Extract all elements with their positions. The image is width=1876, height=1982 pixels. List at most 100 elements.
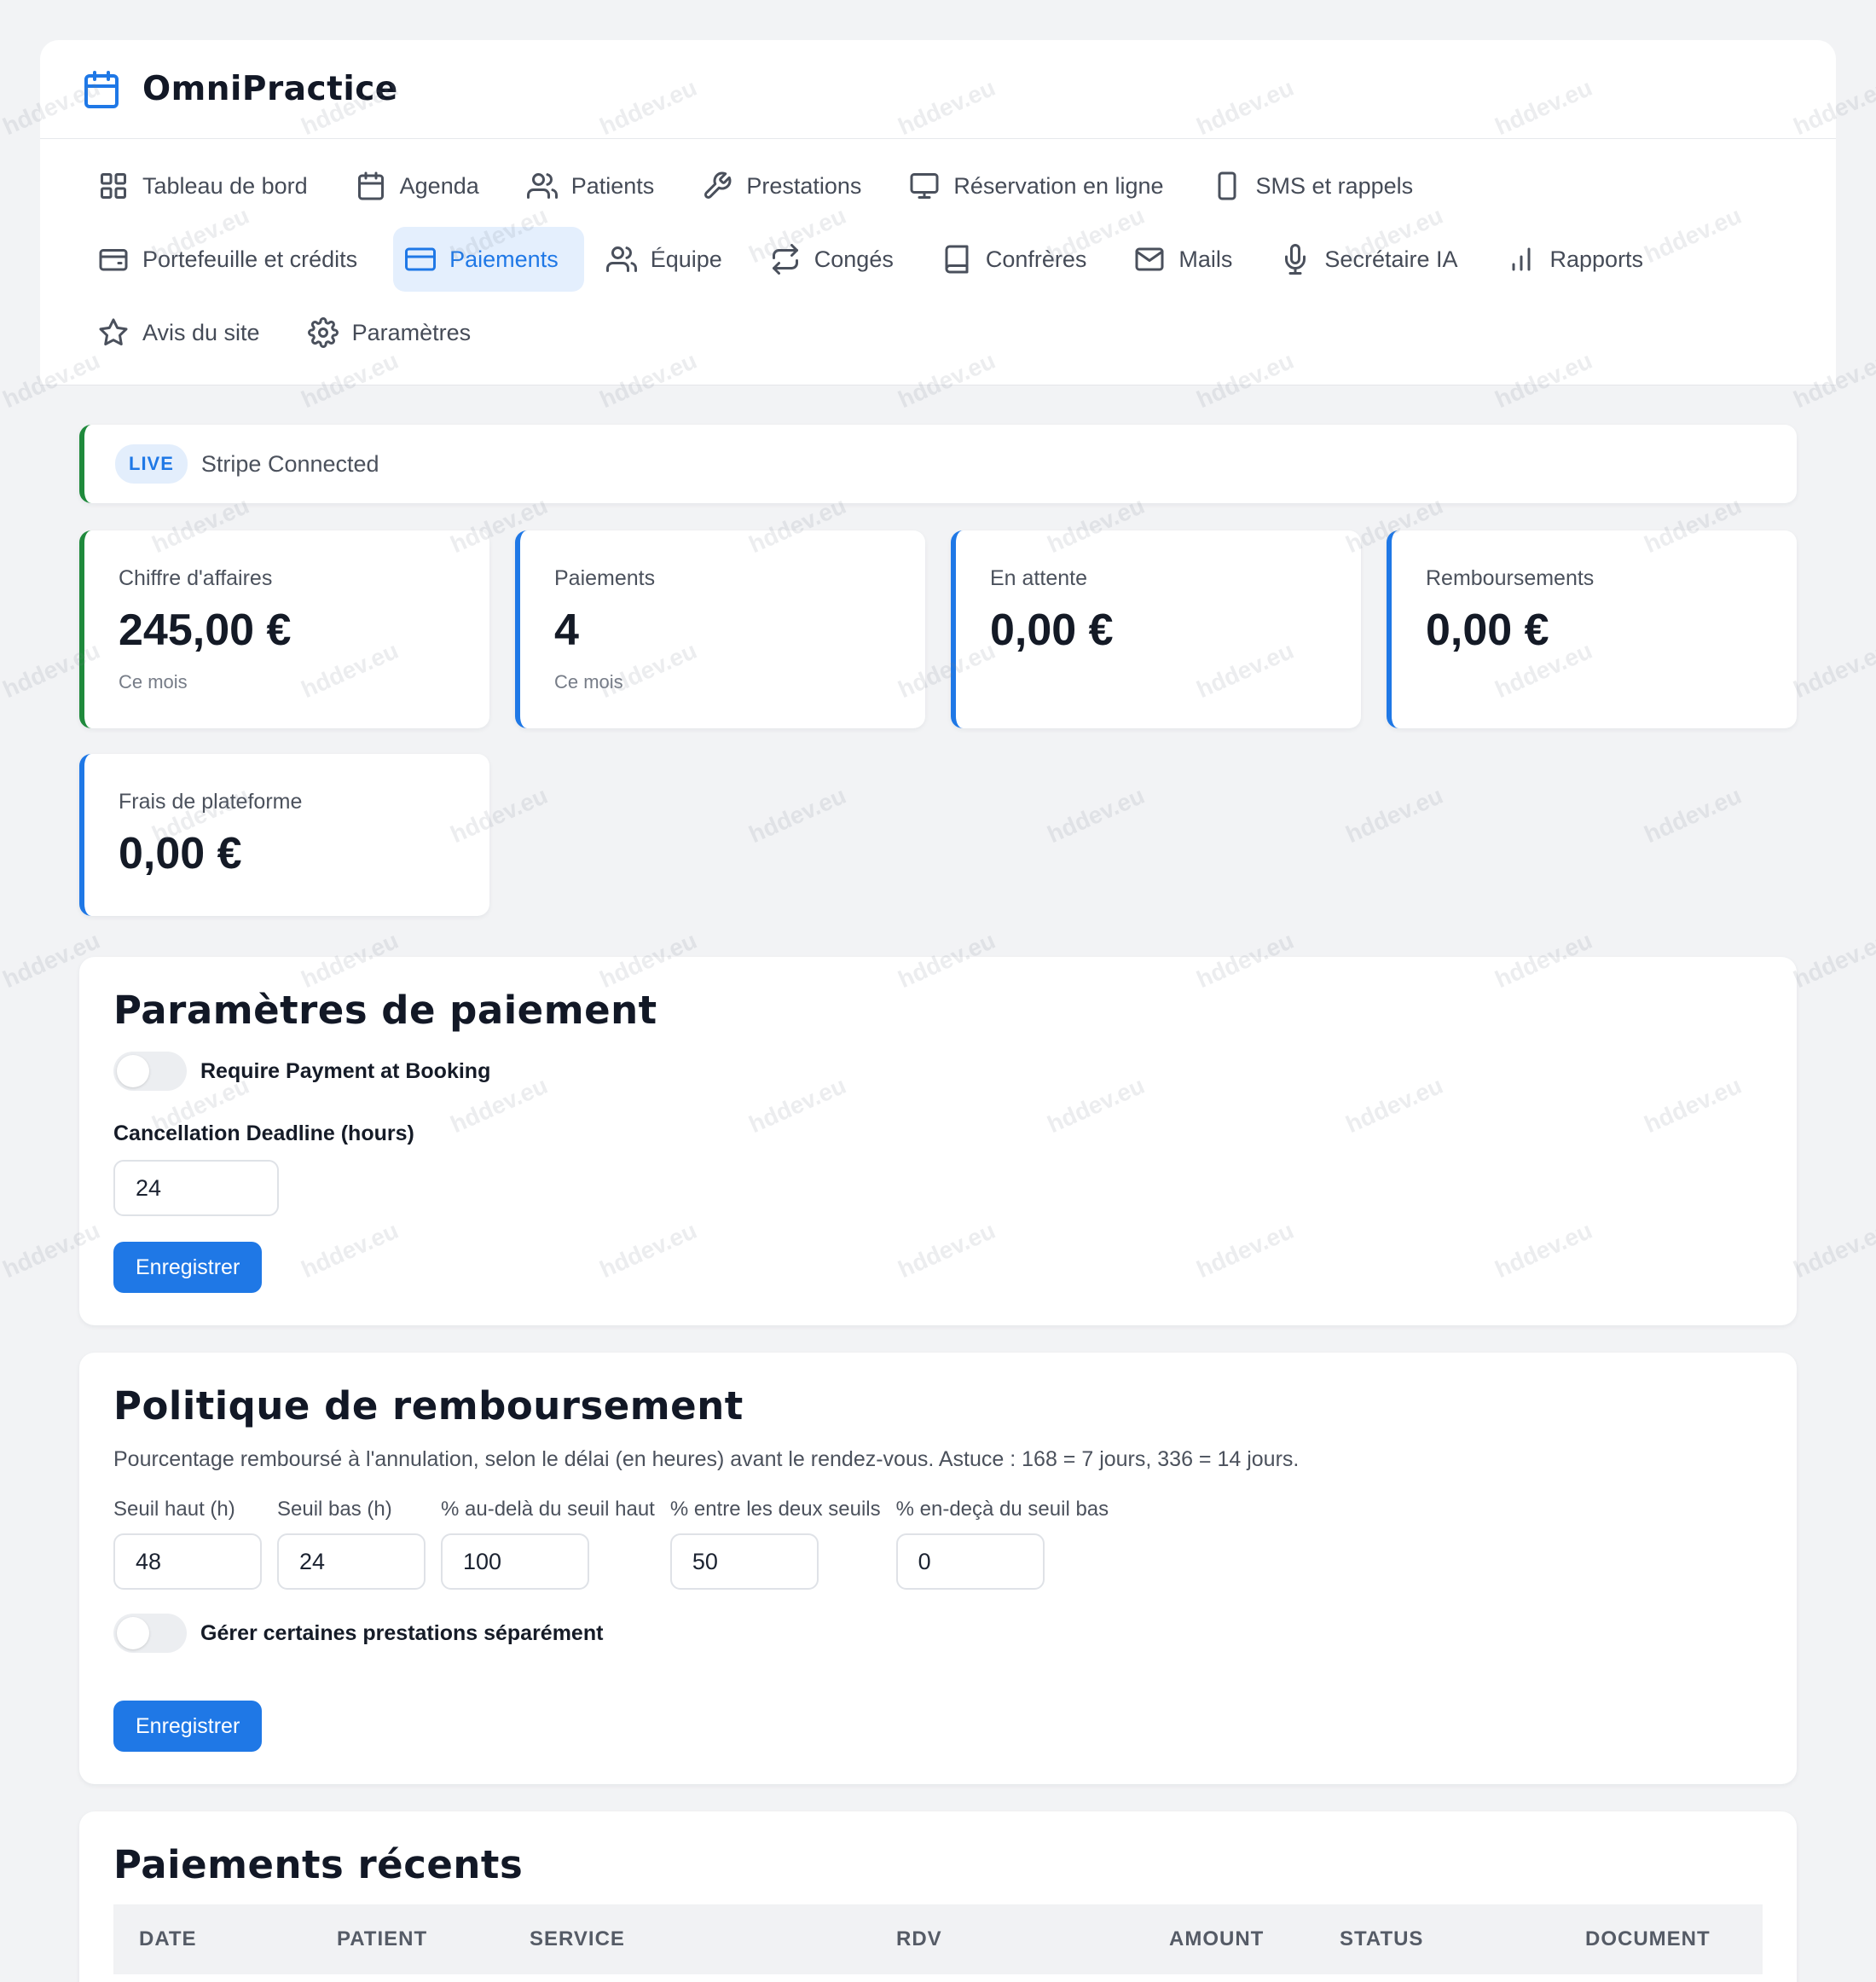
toggle-knob bbox=[117, 1055, 149, 1087]
stat-label: Frais de plateforme bbox=[119, 790, 303, 814]
nav-row-3: Avis du site Paramètres bbox=[86, 299, 1802, 366]
refund-field-between: % entre les deux seuils bbox=[669, 1498, 881, 1590]
main-nav: Tableau de bord Agenda Patients Prestati… bbox=[40, 139, 1836, 385]
refund-policy-title: Politique de remboursement bbox=[113, 1383, 744, 1429]
refund-fields: Seuil haut (h) Seuil bas (h) % au-delà d… bbox=[113, 1498, 1763, 1590]
nav-item-mails[interactable]: Mails bbox=[1122, 227, 1258, 292]
nav-item-reservation-en-ligne[interactable]: Réservation en ligne bbox=[897, 154, 1189, 218]
column-header-rdv[interactable]: RDV bbox=[896, 1927, 942, 1951]
nav-item-label: Avis du site bbox=[142, 319, 260, 345]
stat-label: En attente bbox=[990, 566, 1087, 590]
stat-value: 245,00 € bbox=[119, 606, 292, 655]
nav-item-parametres[interactable]: Paramètres bbox=[296, 300, 497, 365]
refund-field-low-threshold: Seuil bas (h) bbox=[277, 1498, 426, 1590]
stripe-status-bar: LIVE Stripe Connected bbox=[79, 425, 1797, 503]
cancellation-deadline-input[interactable] bbox=[113, 1160, 279, 1216]
stat-card-payments: Paiements 4 Ce mois bbox=[515, 530, 925, 728]
nav-item-label: Confrères bbox=[985, 246, 1087, 272]
above-high-percent-input[interactable] bbox=[441, 1533, 589, 1590]
table-header-row: DATE PATIENT SERVICE RDV AMOUNT STATUS D… bbox=[113, 1904, 1763, 1974]
save-refund-policy-button[interactable]: Enregistrer bbox=[113, 1701, 263, 1752]
nav-item-paiements[interactable]: Paiements bbox=[393, 227, 584, 292]
separate-services-label: Gérer certaines prestations séparément bbox=[200, 1620, 604, 1645]
grid-icon bbox=[101, 173, 126, 199]
payment-settings-card: Paramètres de paiement Require Payment a… bbox=[79, 957, 1797, 1325]
calendar-icon bbox=[357, 171, 384, 200]
nav-item-sms-et-rappels[interactable]: SMS et rappels bbox=[1200, 154, 1439, 218]
nav-item-equipe[interactable]: Équipe bbox=[594, 227, 748, 292]
field-label: % entre les deux seuils bbox=[669, 1498, 881, 1521]
refund-policy-description: Pourcentage remboursé à l'annulation, se… bbox=[113, 1447, 1300, 1471]
high-threshold-input[interactable] bbox=[113, 1533, 262, 1590]
credit-card-icon bbox=[405, 247, 437, 271]
nav-row-2: Portefeuille et crédits Paiements Équipe… bbox=[86, 226, 1802, 293]
microphone-icon bbox=[1285, 244, 1306, 275]
nav-item-conges[interactable]: Congés bbox=[758, 227, 919, 292]
nav-item-secretaire-ia[interactable]: Secrétaire IA bbox=[1268, 227, 1483, 292]
cancellation-deadline-label: Cancellation Deadline (hours) bbox=[113, 1121, 414, 1145]
stats-grid: Chiffre d'affaires 245,00 € Ce mois Paie… bbox=[79, 530, 1797, 916]
nav-item-portefeuille[interactable]: Portefeuille et crédits bbox=[86, 227, 383, 292]
stat-value: 0,00 € bbox=[990, 606, 1114, 655]
nav-item-patients[interactable]: Patients bbox=[515, 154, 680, 218]
nav-row-1: Tableau de bord Agenda Patients Prestati… bbox=[86, 153, 1802, 219]
mail-icon bbox=[1135, 247, 1164, 271]
bar-chart-icon bbox=[1512, 247, 1530, 271]
refund-field-below-low: % en-deçà du seuil bas bbox=[895, 1498, 1109, 1590]
require-payment-toggle[interactable] bbox=[113, 1052, 187, 1091]
book-icon bbox=[945, 245, 969, 274]
column-header-amount[interactable]: AMOUNT bbox=[1169, 1927, 1264, 1951]
stat-card-refunds: Remboursements 0,00 € bbox=[1387, 530, 1797, 728]
between-percent-input[interactable] bbox=[669, 1533, 819, 1590]
nav-item-label: SMS et rappels bbox=[1255, 172, 1414, 199]
require-payment-row: Require Payment at Booking bbox=[113, 1052, 1763, 1091]
nav-item-prestations[interactable]: Prestations bbox=[690, 154, 887, 218]
top-navigation: OmniPractice Tableau de bord Agenda Pati… bbox=[40, 40, 1836, 385]
require-payment-label: Require Payment at Booking bbox=[200, 1058, 491, 1083]
nav-item-label: Congés bbox=[814, 246, 894, 272]
nav-item-agenda[interactable]: Agenda bbox=[344, 154, 505, 218]
stat-sub: Ce mois bbox=[554, 671, 623, 693]
nav-item-label: Équipe bbox=[650, 246, 722, 272]
column-header-patient[interactable]: PATIENT bbox=[337, 1927, 427, 1951]
app-window: OmniPractice Tableau de bord Agenda Pati… bbox=[40, 40, 1836, 1982]
nav-item-tableau-de-bord[interactable]: Tableau de bord bbox=[86, 154, 333, 218]
payment-settings-title: Paramètres de paiement bbox=[113, 988, 657, 1033]
nav-item-label: Tableau de bord bbox=[142, 172, 308, 199]
column-header-service[interactable]: SERVICE bbox=[530, 1927, 625, 1951]
nav-item-label: Rapports bbox=[1549, 246, 1644, 272]
table-header: DATE PATIENT SERVICE RDV AMOUNT STATUS D… bbox=[113, 1904, 1763, 1974]
stat-value: 4 bbox=[554, 606, 579, 655]
recent-payments-card: Paiements récents DATE PATIENT SERVICE R… bbox=[79, 1811, 1797, 1982]
toggle-knob bbox=[117, 1617, 149, 1649]
column-header-date[interactable]: DATE bbox=[139, 1927, 197, 1951]
field-label: % en-deçà du seuil bas bbox=[895, 1498, 1109, 1521]
nav-item-label: Agenda bbox=[399, 172, 479, 199]
wrench-icon bbox=[704, 171, 732, 199]
users-icon bbox=[526, 173, 558, 199]
nav-item-label: Paramètres bbox=[351, 319, 472, 345]
stat-card-pending: En attente 0,00 € bbox=[951, 530, 1361, 728]
refund-field-above-high: % au-delà du seuil haut bbox=[441, 1498, 655, 1590]
nav-item-label: Paiements bbox=[449, 246, 559, 272]
stat-value: 0,00 € bbox=[119, 829, 242, 878]
nav-item-label: Secrétaire IA bbox=[1324, 246, 1458, 272]
nav-item-label: Portefeuille et crédits bbox=[142, 246, 358, 272]
nav-item-rapports[interactable]: Rapports bbox=[1494, 227, 1670, 292]
low-threshold-input[interactable] bbox=[277, 1533, 426, 1590]
nav-item-confreres[interactable]: Confrères bbox=[929, 227, 1113, 292]
nav-item-label: Réservation en ligne bbox=[953, 172, 1164, 199]
nav-item-label: Prestations bbox=[746, 172, 862, 199]
stat-card-platform-fees: Frais de plateforme 0,00 € bbox=[79, 754, 489, 916]
separate-services-toggle[interactable] bbox=[113, 1614, 187, 1653]
recent-payments-title: Paiements récents bbox=[113, 1842, 524, 1887]
save-payment-settings-button[interactable]: Enregistrer bbox=[113, 1242, 263, 1293]
separate-services-row: Gérer certaines prestations séparément bbox=[113, 1614, 1763, 1653]
below-low-percent-input[interactable] bbox=[895, 1533, 1045, 1590]
column-header-document[interactable]: DOCUMENT bbox=[1585, 1927, 1711, 1951]
column-header-status[interactable]: STATUS bbox=[1340, 1927, 1423, 1951]
field-label: % au-delà du seuil haut bbox=[441, 1498, 655, 1521]
stat-sub: Ce mois bbox=[119, 671, 188, 693]
nav-item-avis-du-site[interactable]: Avis du site bbox=[86, 300, 286, 365]
stat-label: Paiements bbox=[554, 566, 656, 590]
